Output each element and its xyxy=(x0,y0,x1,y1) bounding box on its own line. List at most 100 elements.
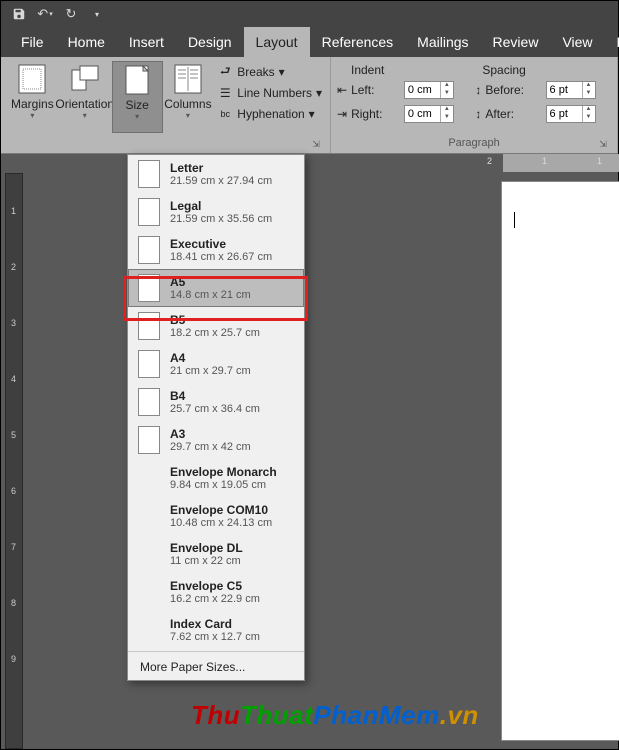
dialog-launcher-icon[interactable]: ⇲ xyxy=(597,138,609,150)
chevron-down-icon: ▾ xyxy=(135,112,139,121)
size-option-dims: 18.2 cm x 25.7 cm xyxy=(170,327,260,339)
vertical-ruler[interactable]: 1 2 3 4 5 6 7 8 9 xyxy=(5,173,23,749)
size-option-dims: 10.48 cm x 24.13 cm xyxy=(170,517,272,529)
chevron-down-icon: ▾ xyxy=(316,86,322,100)
size-option-name: Envelope C5 xyxy=(170,579,260,593)
redo-icon[interactable]: ↻ xyxy=(61,4,81,24)
size-option-executive[interactable]: Executive18.41 cm x 26.67 cm xyxy=(128,231,304,269)
page-thumb-icon xyxy=(138,540,160,568)
tab-mailings[interactable]: Mailings xyxy=(405,27,480,57)
indent-left-input[interactable]: 0 cm▲▼ xyxy=(404,81,454,99)
chevron-down-icon: ▾ xyxy=(279,65,285,79)
size-option-envelope-c5[interactable]: Envelope C516.2 cm x 22.9 cm xyxy=(128,573,304,611)
size-button[interactable]: Size ▾ xyxy=(112,61,163,133)
hyphenation-icon: bc xyxy=(217,106,233,122)
size-option-envelope-dl[interactable]: Envelope DL11 cm x 22 cm xyxy=(128,535,304,573)
margins-icon xyxy=(16,63,48,95)
size-option-name: A4 xyxy=(170,351,251,365)
size-option-b5[interactable]: B518.2 cm x 25.7 cm xyxy=(128,307,304,345)
size-option-dims: 16.2 cm x 22.9 cm xyxy=(170,593,260,605)
indent-heading: Indent xyxy=(351,63,384,77)
size-option-name: Legal xyxy=(170,199,272,213)
size-option-name: Envelope COM10 xyxy=(170,503,272,517)
ribbon-layout: Margins ▾ Orientation ▾ Size ▾ xyxy=(1,57,618,154)
size-option-name: A5 xyxy=(170,275,251,289)
size-option-b4[interactable]: B425.7 cm x 36.4 cm xyxy=(128,383,304,421)
orientation-icon xyxy=(69,63,101,95)
more-paper-sizes[interactable]: More Paper Sizes... xyxy=(128,654,304,680)
text-cursor xyxy=(514,212,515,228)
size-option-legal[interactable]: Legal21.59 cm x 35.56 cm xyxy=(128,193,304,231)
size-option-name: Index Card xyxy=(170,617,260,631)
page-thumb-icon xyxy=(138,274,160,302)
qat-customize-icon[interactable]: ▾ xyxy=(87,4,107,24)
breaks-button[interactable]: ⮐Breaks▾ xyxy=(215,63,324,81)
page-thumb-icon xyxy=(138,236,160,264)
size-option-letter[interactable]: Letter21.59 cm x 27.94 cm xyxy=(128,155,304,193)
line-numbers-button[interactable]: ☰Line Numbers▾ xyxy=(215,84,324,102)
page-thumb-icon xyxy=(138,616,160,644)
columns-button[interactable]: Columns ▾ xyxy=(163,61,214,133)
size-option-dims: 7.62 cm x 12.7 cm xyxy=(170,631,260,643)
page-thumb-icon xyxy=(138,198,160,226)
chevron-down-icon: ▾ xyxy=(186,111,190,120)
size-option-dims: 29.7 cm x 42 cm xyxy=(170,441,251,453)
page-thumb-icon xyxy=(138,160,160,188)
tab-home[interactable]: Home xyxy=(56,27,117,57)
tab-review[interactable]: Review xyxy=(481,27,551,57)
size-option-name: B4 xyxy=(170,389,260,403)
hyphenation-button[interactable]: bcHyphenation▾ xyxy=(215,105,324,123)
size-option-name: Letter xyxy=(170,161,272,175)
tab-references[interactable]: References xyxy=(310,27,406,57)
columns-icon xyxy=(172,63,204,95)
size-option-envelope-com10[interactable]: Envelope COM1010.48 cm x 24.13 cm xyxy=(128,497,304,535)
document-page[interactable] xyxy=(501,181,619,741)
undo-icon[interactable]: ↶▾ xyxy=(35,4,55,24)
breaks-icon: ⮐ xyxy=(217,64,233,80)
page-thumb-icon xyxy=(138,502,160,530)
watermark: ThuThuatPhanMem.vn xyxy=(191,700,479,731)
horizontal-ruler[interactable]: 2 1 1 xyxy=(23,154,618,172)
tab-view[interactable]: View xyxy=(550,27,604,57)
ribbon-tabs: File Home Insert Design Layout Reference… xyxy=(1,27,618,57)
quick-access-toolbar: ↶▾ ↻ ▾ xyxy=(1,1,618,27)
size-option-envelope-monarch[interactable]: Envelope Monarch9.84 cm x 19.05 cm xyxy=(128,459,304,497)
tab-file[interactable]: File xyxy=(9,27,56,57)
page-thumb-icon xyxy=(138,388,160,416)
size-option-name: Executive xyxy=(170,237,272,251)
size-option-dims: 21.59 cm x 27.94 cm xyxy=(170,175,272,187)
page-thumb-icon xyxy=(138,350,160,378)
size-option-dims: 21.59 cm x 35.56 cm xyxy=(170,213,272,225)
size-option-dims: 14.8 cm x 21 cm xyxy=(170,289,251,301)
size-option-name: B5 xyxy=(170,313,260,327)
tab-design[interactable]: Design xyxy=(176,27,244,57)
size-option-a3[interactable]: A329.7 cm x 42 cm xyxy=(128,421,304,459)
tab-layout[interactable]: Layout xyxy=(244,27,310,57)
size-option-a5[interactable]: A514.8 cm x 21 cm xyxy=(128,269,304,307)
margins-button[interactable]: Margins ▾ xyxy=(7,61,58,133)
tab-insert[interactable]: Insert xyxy=(117,27,176,57)
group-label: Paragraph xyxy=(448,137,499,149)
size-option-name: Envelope DL xyxy=(170,541,243,555)
page-thumb-icon xyxy=(138,312,160,340)
orientation-button[interactable]: Orientation ▾ xyxy=(58,61,112,133)
indent-right-input[interactable]: 0 cm▲▼ xyxy=(404,105,454,123)
size-icon xyxy=(121,64,153,96)
page-thumb-icon xyxy=(138,426,160,454)
size-option-a4[interactable]: A421 cm x 29.7 cm xyxy=(128,345,304,383)
size-option-name: Envelope Monarch xyxy=(170,465,277,479)
spacing-before-input[interactable]: 6 pt▲▼ xyxy=(546,81,596,99)
indent-left-icon: ⇤ xyxy=(337,83,347,97)
size-option-index-card[interactable]: Index Card7.62 cm x 12.7 cm xyxy=(128,611,304,649)
size-option-dims: 21 cm x 29.7 cm xyxy=(170,365,251,377)
dialog-launcher-icon[interactable]: ⇲ xyxy=(310,138,322,150)
size-option-dims: 11 cm x 22 cm xyxy=(170,555,243,567)
page-thumb-icon xyxy=(138,464,160,492)
size-option-dims: 9.84 cm x 19.05 cm xyxy=(170,479,277,491)
indent-right-icon: ⇥ xyxy=(337,107,347,121)
size-option-dims: 18.41 cm x 26.67 cm xyxy=(170,251,272,263)
spacing-after-input[interactable]: 6 pt▲▼ xyxy=(546,105,596,123)
chevron-down-icon: ▾ xyxy=(309,107,315,121)
save-icon[interactable] xyxy=(9,4,29,24)
tab-help[interactable]: Help xyxy=(605,27,619,57)
